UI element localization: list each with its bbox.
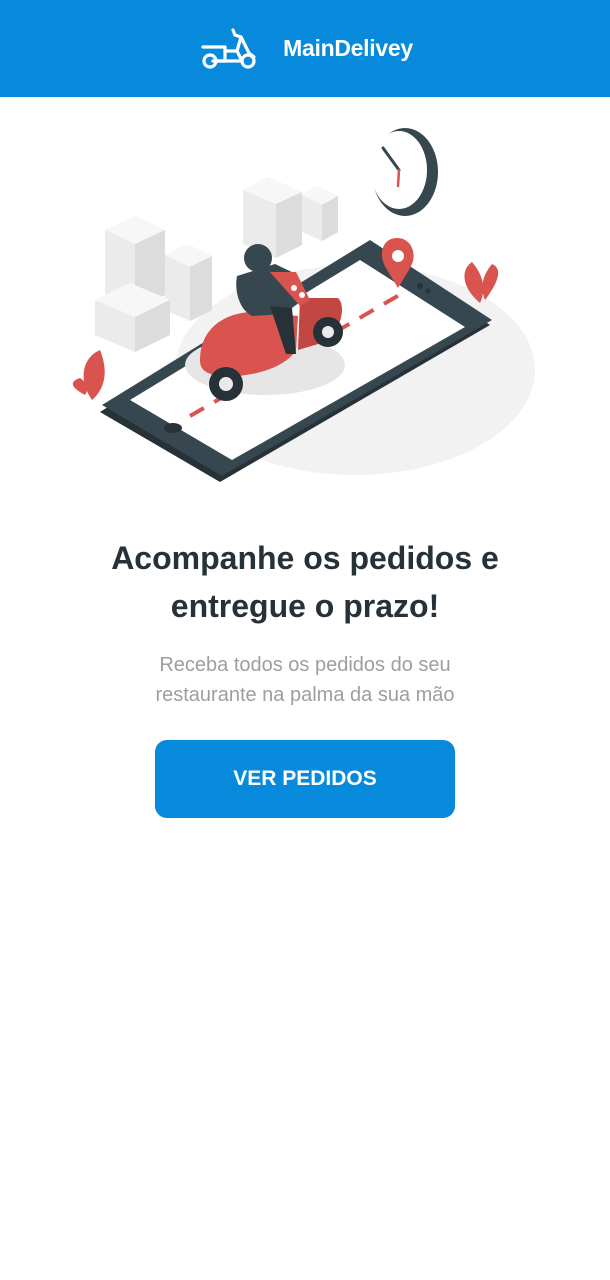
- onboarding-subtitle: Receba todos os pedidos do seu restauran…: [155, 654, 455, 706]
- clock-icon: [371, 128, 438, 216]
- app-header: MainDelivey: [0, 0, 610, 97]
- onboarding-title: Acompanhe os pedidos e entregue o prazo!: [111, 540, 499, 624]
- brand: MainDelivey: [197, 27, 413, 71]
- view-orders-button[interactable]: VER PEDIDOS: [155, 740, 455, 818]
- app-name: MainDelivey: [283, 35, 413, 61]
- delivery-illustration: [72, 128, 535, 482]
- scooter-icon: [201, 27, 256, 69]
- plant-left: [72, 350, 105, 400]
